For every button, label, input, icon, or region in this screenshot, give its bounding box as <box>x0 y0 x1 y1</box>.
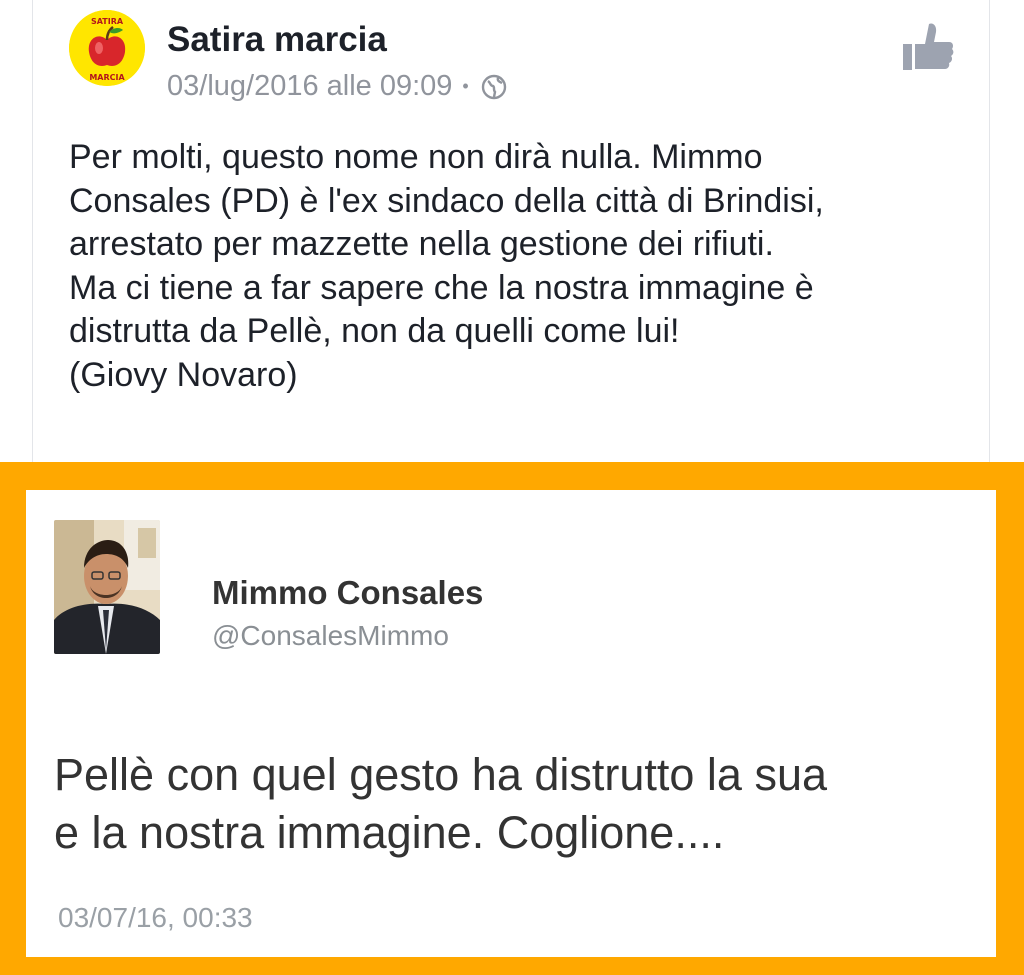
post-text-line: Per molti, questo nome non dirà nulla. M… <box>69 138 763 176</box>
tweet-highlight-frame: Mimmo Consales @ConsalesMimmo Pellè con … <box>0 462 1024 975</box>
page-avatar[interactable]: SATIRA MARCIA <box>69 10 145 86</box>
apple-logo-icon: SATIRA MARCIA <box>69 10 145 86</box>
tweet-author-handle[interactable]: @ConsalesMimmo <box>212 620 449 652</box>
globe-icon[interactable] <box>481 74 507 100</box>
post-text-line: arrestato per mazzette nella gestione de… <box>69 225 774 263</box>
post-text-line: Ma ci tiene a far sapere che la nostra i… <box>69 268 814 307</box>
meta-separator: • <box>462 76 469 96</box>
post-text-line: distrutta da Pellè, non da quelli come l… <box>69 312 680 350</box>
tweet-text: Pellè con quel gesto ha distrutto la sua… <box>54 746 984 862</box>
profile-photo <box>54 520 160 654</box>
tweet-card: Mimmo Consales @ConsalesMimmo Pellè con … <box>26 490 996 957</box>
tweet-timestamp[interactable]: 03/07/16, 00:33 <box>58 902 253 934</box>
post-date[interactable]: 03/lug/2016 alle 09:09 <box>167 70 452 103</box>
post-text-line: (Giovy Novaro) <box>69 355 298 394</box>
tweet-avatar[interactable] <box>54 520 160 654</box>
avatar-text-bottom: MARCIA <box>89 73 125 82</box>
post-text-line: Consales (PD) è l'ex sindaco della città… <box>69 181 824 220</box>
avatar-text-top: SATIRA <box>91 17 124 26</box>
thumbs-up-icon[interactable] <box>899 18 955 74</box>
tweet-text-line: Pellè con quel gesto ha distrutto la sua <box>54 749 827 800</box>
facebook-post: SATIRA MARCIA Satira marcia 03/lug/2016 … <box>32 0 990 462</box>
tweet-author-name[interactable]: Mimmo Consales <box>212 574 483 612</box>
post-meta: 03/lug/2016 alle 09:09 • <box>167 70 507 103</box>
post-text: Per molti, questo nome non dirà nulla. M… <box>69 136 969 397</box>
page-name[interactable]: Satira marcia <box>167 20 387 60</box>
tweet-text-line: e la nostra immagine. Coglione.... <box>54 807 725 858</box>
